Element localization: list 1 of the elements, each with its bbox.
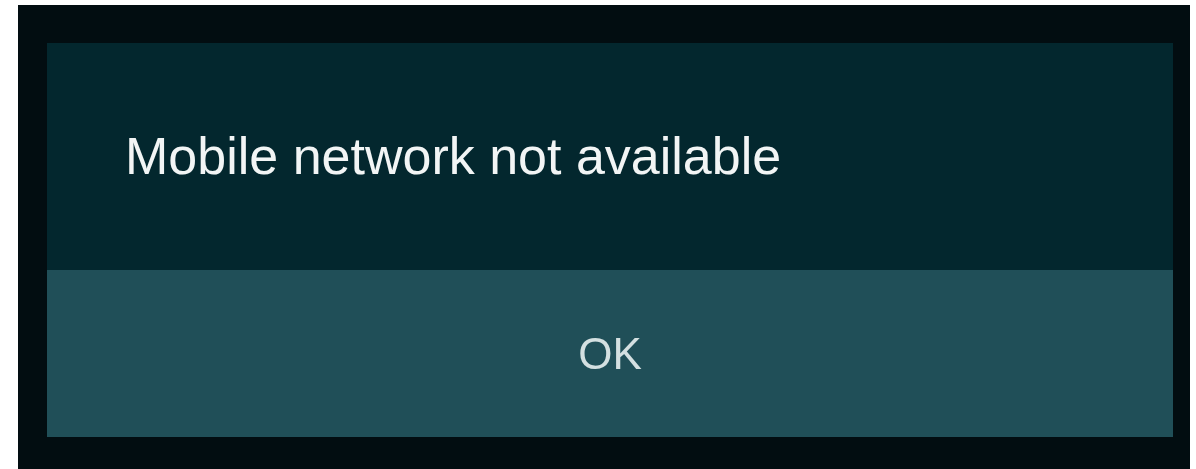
dialog-message: Mobile network not available <box>125 127 782 186</box>
